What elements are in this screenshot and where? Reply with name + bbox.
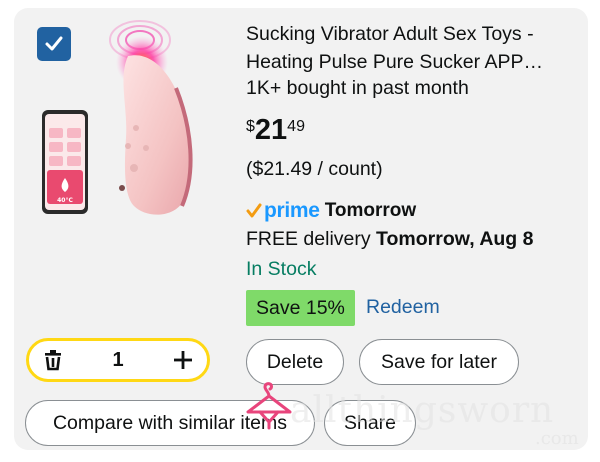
quantity-stepper[interactable]: 1 bbox=[26, 338, 210, 382]
checkmark-icon bbox=[45, 36, 63, 51]
stock-status: In Stock bbox=[246, 258, 317, 280]
prime-delivery: Tomorrow bbox=[324, 200, 417, 221]
prime-badge: prime Tomorrow bbox=[246, 199, 416, 223]
select-item-checkbox[interactable] bbox=[37, 27, 71, 61]
image-temp-label: 40°C bbox=[57, 197, 73, 204]
delete-button[interactable]: Delete bbox=[246, 339, 344, 385]
unit-price: ($21.49 / count) bbox=[246, 158, 383, 180]
delivery-prefix: FREE delivery bbox=[246, 228, 377, 250]
bought-count: 1K+ bought in past month bbox=[246, 77, 469, 99]
delivery-info: FREE delivery Tomorrow, Aug 8 bbox=[246, 228, 534, 251]
save-for-later-button[interactable]: Save for later bbox=[359, 339, 519, 385]
save-badge: Save 15% bbox=[246, 290, 355, 326]
product-title-line-2[interactable]: Heating Pulse Pure Sucker APP… bbox=[246, 48, 576, 76]
prime-label: prime bbox=[264, 199, 320, 222]
hanger-logo-icon bbox=[246, 382, 292, 430]
trash-icon[interactable] bbox=[43, 349, 63, 371]
price: $2149 bbox=[246, 114, 305, 147]
prime-check-icon bbox=[246, 203, 262, 218]
price-symbol: $ bbox=[246, 118, 255, 135]
delivery-date: Tomorrow, Aug 8 bbox=[376, 228, 534, 250]
watermark: allthingsworn bbox=[290, 390, 555, 431]
redeem-link[interactable]: Redeem bbox=[366, 296, 440, 319]
plus-icon[interactable] bbox=[173, 350, 193, 370]
price-whole: 21 bbox=[254, 114, 288, 146]
product-title[interactable]: Sucking Vibrator Adult Sex Toys - Heatin… bbox=[246, 20, 576, 76]
watermark-suffix: .com bbox=[535, 428, 579, 449]
price-fraction: 49 bbox=[287, 118, 305, 135]
product-title-line-1[interactable]: Sucking Vibrator Adult Sex Toys - bbox=[246, 20, 576, 48]
quantity-value: 1 bbox=[112, 348, 124, 371]
